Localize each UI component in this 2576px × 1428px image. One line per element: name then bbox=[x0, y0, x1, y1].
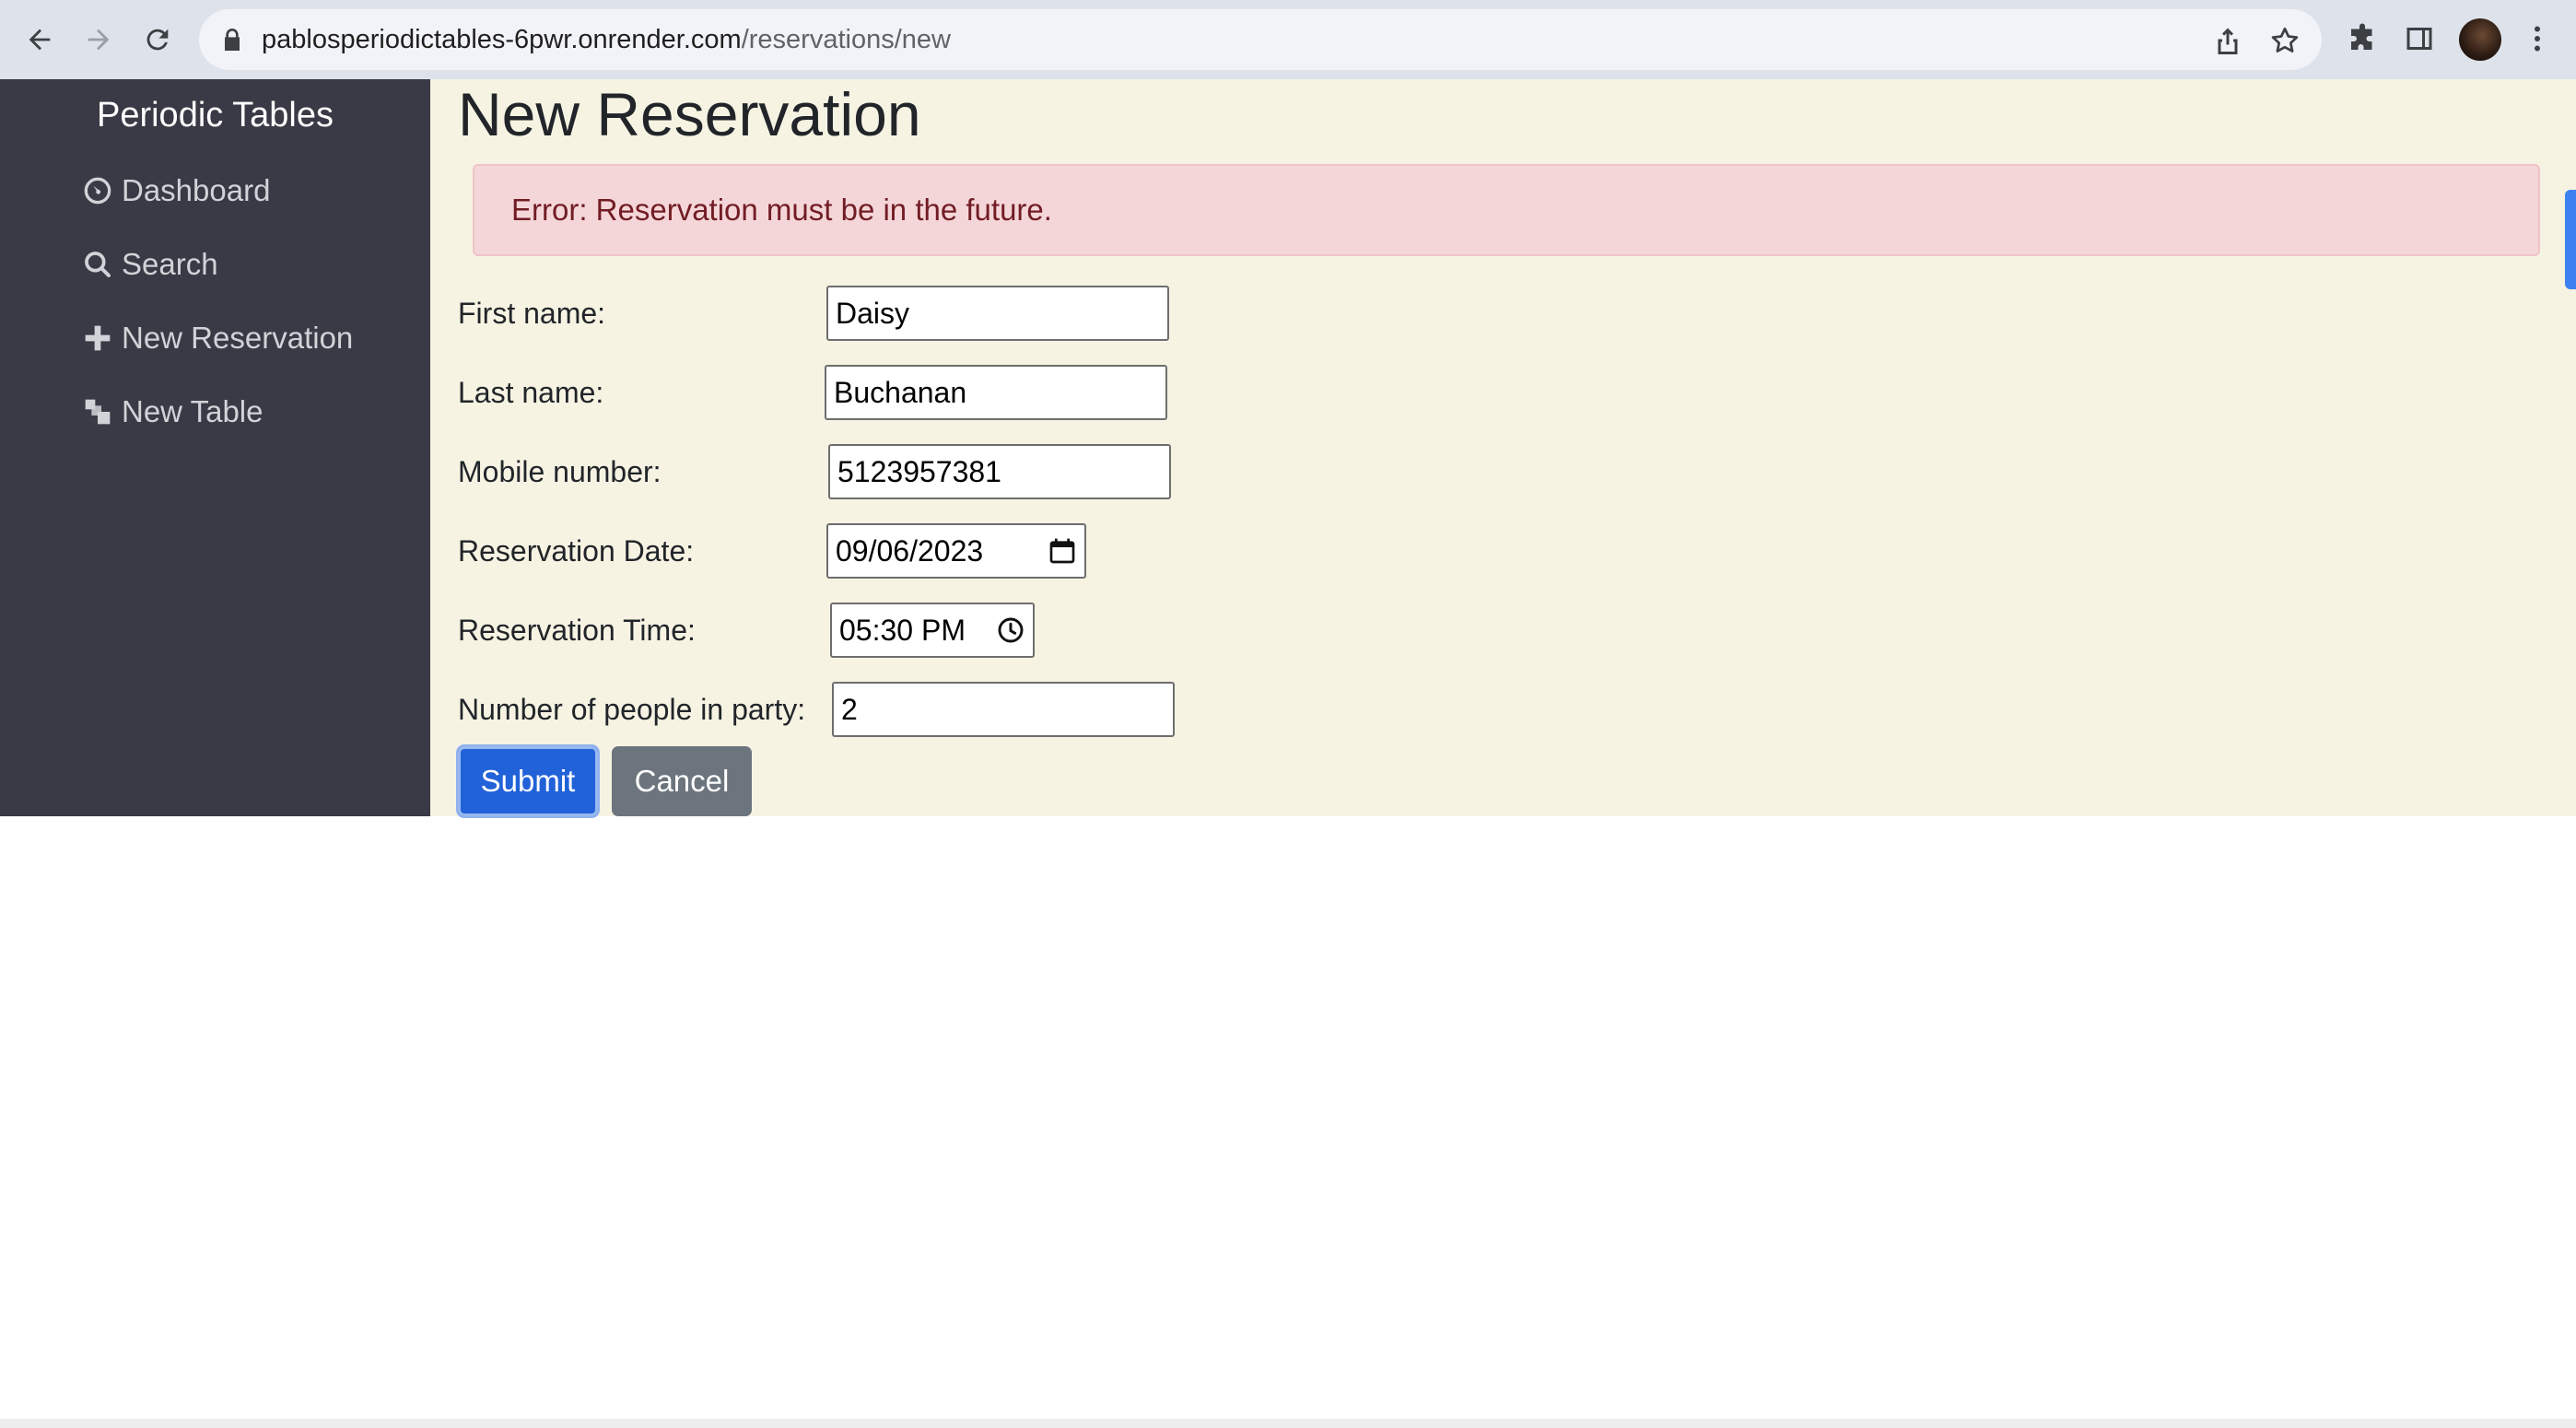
page: Periodic Tables Dashboard Search New Res… bbox=[0, 79, 2576, 816]
reload-button[interactable] bbox=[135, 17, 181, 63]
clock-icon[interactable] bbox=[996, 615, 1025, 645]
calendar-icon[interactable] bbox=[1048, 536, 1077, 566]
reservation-time-value: 05:30 PM bbox=[839, 614, 966, 647]
reservation-date-label: Reservation Date: bbox=[458, 534, 695, 568]
dashboard-icon bbox=[84, 177, 111, 205]
reservation-date-row: Reservation Date: 09/06/2023 bbox=[458, 523, 1656, 579]
reservation-date-field[interactable]: 09/06/2023 bbox=[826, 523, 1086, 579]
party-size-label: Number of people in party: bbox=[458, 693, 806, 726]
error-alert: Error: Reservation must be in the future… bbox=[473, 164, 2540, 256]
reservation-time-label: Reservation Time: bbox=[458, 614, 696, 647]
forward-arrow-icon bbox=[88, 29, 110, 51]
profile-avatar[interactable] bbox=[2459, 18, 2501, 61]
sidebar-item-label: New Reservation bbox=[122, 321, 354, 355]
side-panel-icon[interactable] bbox=[2403, 22, 2436, 55]
reload-icon bbox=[146, 29, 169, 51]
party-size-field[interactable] bbox=[832, 682, 1175, 737]
last-name-label: Last name: bbox=[458, 376, 604, 409]
last-name-row: Last name: bbox=[458, 365, 1656, 420]
sidebar: Periodic Tables Dashboard Search New Res… bbox=[0, 79, 430, 816]
search-icon bbox=[85, 252, 111, 277]
first-name-row: First name: bbox=[458, 286, 1656, 341]
back-button[interactable] bbox=[17, 17, 63, 63]
brand-title[interactable]: Periodic Tables bbox=[0, 96, 430, 135]
submit-button[interactable]: Submit bbox=[458, 746, 598, 816]
first-name-label: First name: bbox=[458, 297, 606, 330]
lock-icon bbox=[225, 29, 240, 51]
reservation-date-value: 09/06/2023 bbox=[836, 534, 984, 568]
forward-button[interactable] bbox=[76, 17, 122, 63]
share-icon[interactable] bbox=[2211, 24, 2244, 57]
cancel-button[interactable]: Cancel bbox=[612, 746, 752, 816]
scroll-indicator[interactable] bbox=[2565, 190, 2576, 289]
layers-icon bbox=[85, 399, 111, 425]
sidebar-item-new-table[interactable]: New Table bbox=[83, 389, 263, 435]
window-bottom-edge bbox=[0, 1419, 2576, 1428]
plus-icon bbox=[85, 325, 111, 351]
last-name-field[interactable] bbox=[825, 365, 1167, 420]
extensions-icon[interactable] bbox=[2346, 22, 2379, 55]
url-path: /reservations/new bbox=[741, 25, 951, 54]
kebab-menu-icon[interactable] bbox=[2521, 22, 2554, 55]
page-title: New Reservation bbox=[458, 80, 921, 148]
sidebar-item-search[interactable]: Search bbox=[83, 241, 218, 287]
mobile-number-label: Mobile number: bbox=[458, 455, 662, 488]
first-name-field[interactable] bbox=[826, 286, 1169, 341]
mobile-number-row: Mobile number: bbox=[458, 444, 1656, 499]
sidebar-item-label: Dashboard bbox=[122, 173, 271, 207]
url-text: pablosperiodictables-6pwr.onrender.com/r… bbox=[262, 9, 951, 70]
bookmark-star-icon[interactable] bbox=[2268, 24, 2301, 57]
sidebar-item-new-reservation[interactable]: New Reservation bbox=[83, 315, 353, 361]
sidebar-item-label: New Table bbox=[122, 394, 263, 428]
reservation-time-row: Reservation Time: 05:30 PM bbox=[458, 603, 1656, 658]
main-content: New Reservation Error: Reservation must … bbox=[430, 79, 2576, 816]
party-size-row: Number of people in party: bbox=[458, 682, 1656, 737]
url-host: pablosperiodictables-6pwr.onrender.com bbox=[262, 25, 742, 54]
browser-toolbar: pablosperiodictables-6pwr.onrender.com/r… bbox=[0, 0, 2576, 79]
sidebar-item-dashboard[interactable]: Dashboard bbox=[83, 168, 270, 214]
mobile-number-field[interactable] bbox=[828, 444, 1171, 499]
sidebar-item-label: Search bbox=[122, 247, 218, 281]
reservation-time-field[interactable]: 05:30 PM bbox=[830, 603, 1035, 658]
back-arrow-icon bbox=[29, 29, 51, 51]
address-bar[interactable]: pablosperiodictables-6pwr.onrender.com/r… bbox=[199, 9, 2322, 70]
